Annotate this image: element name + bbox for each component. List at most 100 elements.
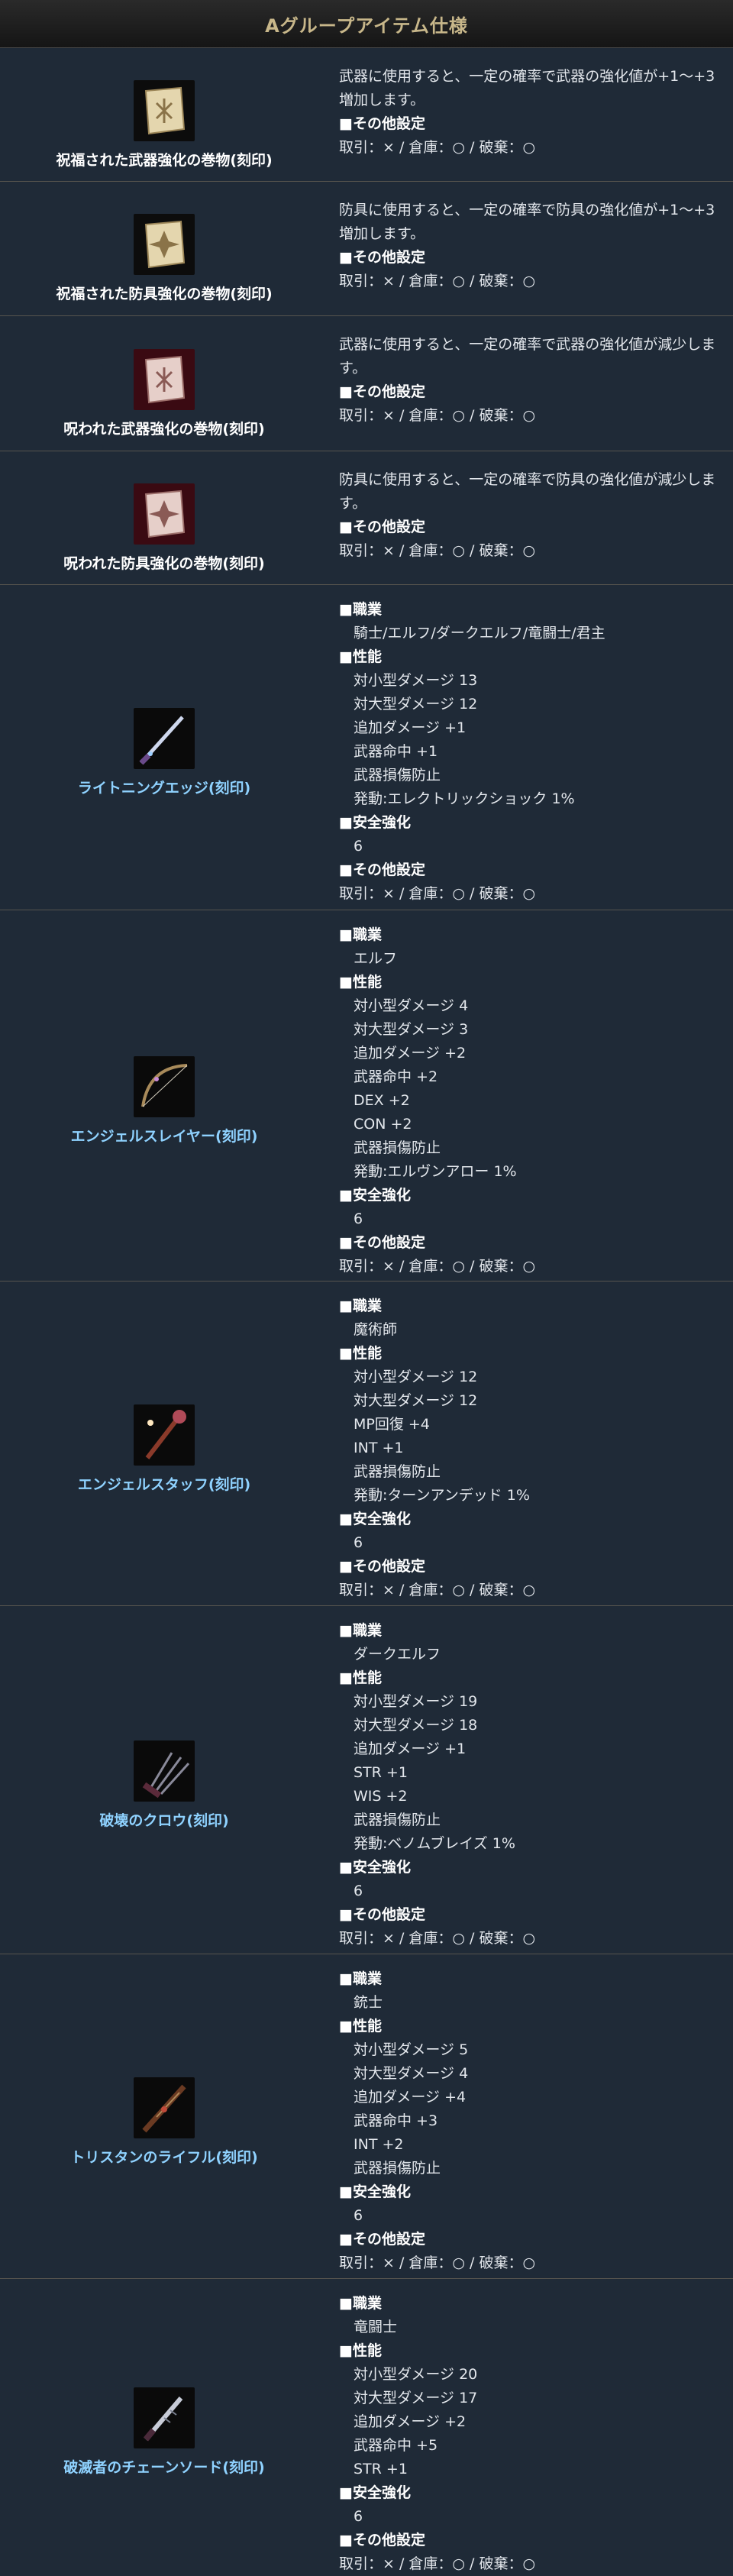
item-cell: 破壊のクロウ(刻印) [0, 1606, 328, 1954]
stat-line: 武器命中 +1 [354, 743, 438, 760]
stat-line: STR +1 [354, 2461, 408, 2477]
item-cell: エンジェルスタッフ(刻印) [0, 1282, 328, 1605]
item-name: 祝福された防具強化の巻物(刻印) [56, 286, 273, 302]
blessed-armor-scroll-icon [134, 214, 195, 275]
performance-heading: ■性能 [339, 2018, 382, 2035]
stat-line: 対小型ダメージ 12 [354, 1369, 478, 1385]
class-heading: ■職業 [339, 1622, 382, 1639]
stat-line: CON +2 [354, 1116, 412, 1133]
stat-line: 武器命中 +2 [354, 1068, 438, 1085]
trade-settings: 取引：× / 倉庫：○ / 破棄：○ [339, 885, 536, 902]
item-details: 武器に使用すると、一定の確率で武器の強化値が+1～+3増加します。 ■その他設定… [328, 48, 733, 181]
class-value: 竜闘士 [354, 2319, 398, 2335]
trade-settings: 取引：× / 倉庫：○ / 破棄：○ [339, 2254, 536, 2271]
stat-line: 追加ダメージ +1 [354, 1740, 467, 1757]
stat-line: 対大型ダメージ 12 [354, 1392, 478, 1409]
item-name: 呪われた武器強化の巻物(刻印) [63, 420, 265, 438]
stat-line: 追加ダメージ +4 [354, 2089, 467, 2106]
performance-heading: ■性能 [339, 2342, 382, 2359]
item-cell: 呪われた防具強化の巻物(刻印) [0, 451, 328, 584]
angel-slayer-bow-icon [134, 1056, 195, 1117]
stat-line: 対小型ダメージ 19 [354, 1693, 478, 1710]
stat-line: 対小型ダメージ 20 [354, 2366, 478, 2383]
stat-line: 追加ダメージ +2 [354, 1045, 467, 1062]
trade-settings: 取引：× / 倉庫：○ / 破棄：○ [339, 2555, 536, 2572]
safe-enchant-heading: ■安全強化 [339, 2183, 411, 2200]
stat-line: 対大型ダメージ 4 [354, 2065, 469, 2082]
safe-enchant-heading: ■安全強化 [339, 1859, 411, 1876]
trade-settings: 取引：× / 倉庫：○ / 破棄：○ [339, 542, 536, 559]
page-title: Aグループアイテム仕様 [265, 15, 468, 37]
performance-heading: ■性能 [339, 648, 382, 665]
other-settings-heading: ■その他設定 [339, 115, 425, 132]
stat-line: 発動:エルヴンアロー 1% [354, 1163, 517, 1180]
destroyer-chainsword-icon [134, 2387, 195, 2448]
stat-line: 発動:ターンアンデッド 1% [354, 1487, 530, 1504]
stat-line: 武器損傷防止 [354, 2160, 441, 2177]
angel-staff-icon [134, 1404, 195, 1466]
class-value: 銃士 [354, 1994, 383, 2011]
stat-line: WIS +2 [354, 1788, 408, 1805]
item-cell: 破滅者のチェーンソード(刻印) [0, 2279, 328, 2574]
weapon-row: トリスタンのライフル(刻印) ■職業 銃士 ■性能 対小型ダメージ 5 対大型ダ… [0, 1954, 733, 2279]
destruction-claw-icon [134, 1740, 195, 1802]
stat-line: 武器損傷防止 [354, 1812, 441, 1828]
safe-enchant-heading: ■安全強化 [339, 1187, 411, 1204]
stat-line: 発動:ベノムブレイズ 1% [354, 1835, 515, 1852]
stat-line: 対大型ダメージ 17 [354, 2390, 478, 2406]
item-description: 武器に使用すると、一定の確率で武器の強化値が減少します。 [339, 336, 716, 377]
stat-line: 武器命中 +3 [354, 2112, 438, 2129]
other-settings-heading: ■その他設定 [339, 519, 425, 535]
item-details: 防具に使用すると、一定の確率で防具の強化値が+1～+3増加します。 ■その他設定… [328, 182, 733, 315]
stat-line: 追加ダメージ +2 [354, 2413, 467, 2430]
class-value: ダークエルフ [354, 1646, 441, 1663]
scroll-row: 呪われた武器強化の巻物(刻印) 武器に使用すると、一定の確率で武器の強化値が減少… [0, 316, 733, 451]
performance-heading: ■性能 [339, 1669, 382, 1686]
item-name: 破滅者のチェーンソード(刻印) [63, 2458, 265, 2476]
class-value: エルフ [354, 950, 398, 967]
class-heading: ■職業 [339, 601, 382, 618]
item-name: 祝福された武器強化の巻物(刻印) [56, 151, 273, 169]
safe-enchant-value: 6 [354, 2508, 363, 2525]
item-name: エンジェルスタッフ(刻印) [77, 1475, 251, 1493]
safe-enchant-heading: ■安全強化 [339, 814, 411, 831]
class-heading: ■職業 [339, 926, 382, 943]
scroll-row: 祝福された防具強化の巻物(刻印) 防具に使用すると、一定の確率で防具の強化値が+… [0, 182, 733, 316]
class-heading: ■職業 [339, 1298, 382, 1314]
stat-line: 武器損傷防止 [354, 767, 441, 784]
stat-line: STR +1 [354, 1764, 408, 1781]
weapon-row: エンジェルスレイヤー(刻印) ■職業 エルフ ■性能 対小型ダメージ 4 対大型… [0, 910, 733, 1282]
item-details: 防具に使用すると、一定の確率で防具の強化値が減少します。 ■その他設定 取引：×… [328, 451, 733, 584]
trade-settings: 取引：× / 倉庫：○ / 破棄：○ [339, 1930, 536, 1947]
performance-heading: ■性能 [339, 1345, 382, 1362]
item-name: ライトニングエッジ(刻印) [77, 780, 251, 797]
lightning-edge-icon [134, 708, 195, 769]
stat-line: DEX +2 [354, 1092, 410, 1109]
tristan-rifle-icon [134, 2077, 195, 2138]
item-details: ■職業 竜闘士 ■性能 対小型ダメージ 20 対大型ダメージ 17 追加ダメージ… [328, 2279, 733, 2574]
item-cell: 呪われた武器強化の巻物(刻印) [0, 316, 328, 451]
safe-enchant-heading: ■安全強化 [339, 2484, 411, 2501]
item-cell: 祝福された武器強化の巻物(刻印) [0, 48, 328, 181]
scroll-row: 呪われた防具強化の巻物(刻印) 防具に使用すると、一定の確率で防具の強化値が減少… [0, 451, 733, 585]
weapon-row: 破滅者のチェーンソード(刻印) ■職業 竜闘士 ■性能 対小型ダメージ 20 対… [0, 2279, 733, 2574]
other-settings-heading: ■その他設定 [339, 1906, 425, 1923]
item-description: 武器に使用すると、一定の確率で武器の強化値が+1～+3増加します。 [339, 68, 715, 108]
stat-line: 対大型ダメージ 12 [354, 696, 478, 713]
stat-line: 武器損傷防止 [354, 1463, 441, 1480]
stat-line: 対小型ダメージ 13 [354, 672, 478, 689]
item-name: 破壊のクロウ(刻印) [99, 1812, 229, 1829]
other-settings-heading: ■その他設定 [339, 1234, 425, 1251]
safe-enchant-value: 6 [354, 2207, 363, 2224]
stat-line: 発動:エレクトリックショック 1% [354, 790, 575, 807]
safe-enchant-value: 6 [354, 838, 363, 855]
class-heading: ■職業 [339, 2295, 382, 2312]
stat-line: 対小型ダメージ 5 [354, 2041, 469, 2058]
stat-line: INT +2 [354, 2136, 404, 2153]
item-cell: ライトニングエッジ(刻印) [0, 585, 328, 910]
other-settings-heading: ■その他設定 [339, 2231, 425, 2248]
other-settings-heading: ■その他設定 [339, 249, 425, 266]
performance-heading: ■性能 [339, 974, 382, 991]
item-details: ■職業 魔術師 ■性能 対小型ダメージ 12 対大型ダメージ 12 MP回復 +… [328, 1282, 733, 1605]
cursed-armor-scroll-icon [134, 483, 195, 545]
